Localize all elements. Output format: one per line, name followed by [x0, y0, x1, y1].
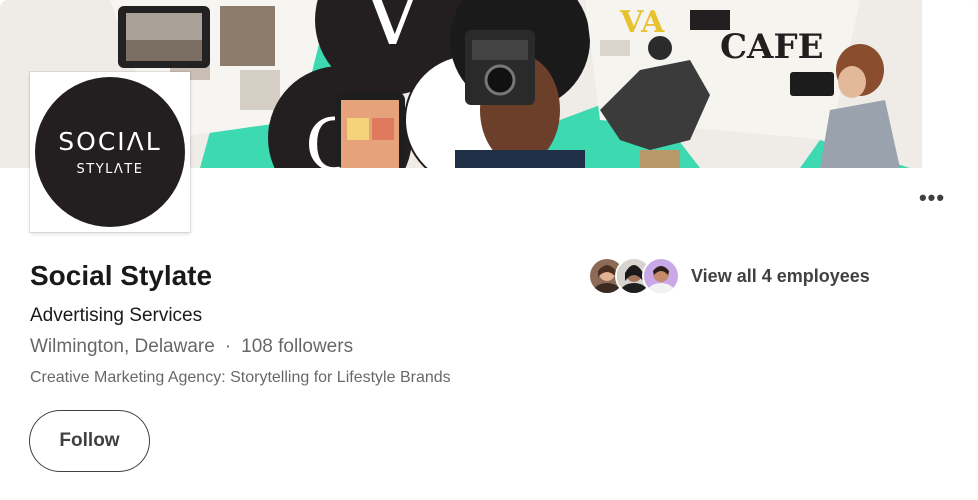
ellipsis-icon: •••	[918, 185, 946, 210]
company-profile-card: V C VA CAFE SOCIΛL STYLΛTE ••• Social St…	[0, 0, 978, 500]
company-name: Social Stylate	[30, 260, 213, 291]
company-location: Wilmington, Delaware	[30, 336, 215, 357]
meta-separator: ·	[224, 336, 232, 357]
more-options-button[interactable]: •••	[912, 186, 952, 210]
cover-letter-v: V	[361, 0, 424, 64]
company-logo: SOCIΛL STYLΛTE	[30, 72, 190, 232]
logo-disc: SOCIΛL STYLΛTE	[35, 77, 185, 227]
company-industry: Advertising Services	[30, 305, 203, 326]
employee-avatar	[642, 257, 680, 295]
cover-word-va: VA	[619, 5, 665, 40]
company-meta: Wilmington, Delaware · 108 followers	[30, 336, 353, 358]
cover-word-cafe: CAFE	[720, 27, 824, 67]
company-tagline: Creative Marketing Agency: Storytelling …	[30, 369, 451, 386]
view-employees-link[interactable]: View all 4 employees	[588, 256, 870, 296]
logo-sub-text: STYLΛTE	[76, 162, 144, 177]
follow-button[interactable]: Follow	[29, 410, 150, 472]
view-employees-label: View all 4 employees	[691, 265, 870, 286]
followers-count[interactable]: 108 followers	[241, 336, 353, 357]
logo-main-text: SOCIΛL	[58, 127, 162, 156]
employee-avatars	[588, 257, 680, 295]
